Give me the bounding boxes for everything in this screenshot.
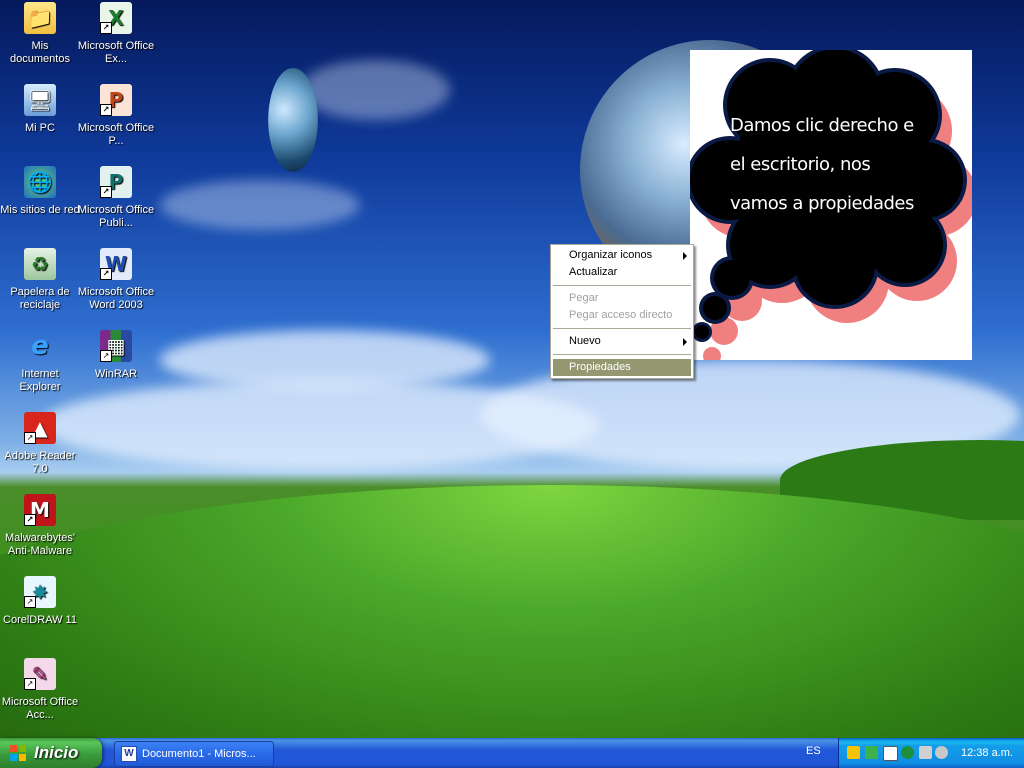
menu-separator	[553, 328, 691, 329]
shortcut-arrow-icon: ↗	[100, 104, 112, 116]
desktop-icon-label: Papelera de reciclaje	[10, 286, 70, 311]
office-excel-icon: X ↗	[100, 2, 132, 34]
office-word-icon: W ↗	[100, 248, 132, 280]
desktop-icon-label: Mi PC	[25, 122, 55, 134]
network-places-icon: 🌐	[24, 166, 56, 198]
desktop-icon-mi-pc[interactable]: 🖥 Mi PC	[0, 84, 80, 135]
folder-documents-icon: 📁	[24, 2, 56, 34]
office-powerpoint-icon: P ↗	[100, 84, 132, 116]
desktop-icon-label: Malwarebytes' Anti-Malware	[5, 532, 75, 557]
office-access-icon: ✎ ↗	[24, 658, 56, 690]
internet-explorer-icon: e	[31, 331, 49, 361]
wallpaper-cloud	[300, 60, 450, 120]
malwarebytes-icon: M ↗	[24, 494, 56, 526]
desktop-icon-office-access[interactable]: ✎ ↗ Microsoft Office Acc...	[0, 658, 80, 722]
menu-item-label: Pegar	[569, 292, 599, 304]
menu-item-label: Organizar iconos	[569, 249, 653, 261]
taskbar-button-documento1[interactable]: W Documento1 - Micros...	[114, 741, 274, 767]
shortcut-arrow-icon: ↗	[100, 268, 112, 280]
office-publisher-icon: P ↗	[100, 166, 132, 198]
desktop-icon-coreldraw[interactable]: ✸ ↗ CorelDRAW 11	[0, 576, 80, 627]
menu-item-label: Actualizar	[569, 266, 618, 278]
menu-item-label: Pegar acceso directo	[569, 309, 673, 321]
start-label: Inicio	[34, 743, 79, 762]
menu-item-label: Propiedades	[569, 361, 631, 373]
tray-safely-remove-icon[interactable]	[919, 746, 932, 759]
desktop-icon-label: Microsoft Office P...	[77, 122, 155, 147]
winrar-icon: ▦ ↗	[100, 330, 132, 362]
shortcut-arrow-icon: ↗	[100, 350, 112, 362]
shortcut-arrow-icon: ↗	[24, 596, 36, 608]
desktop-context-menu: Organizar iconos Actualizar Pegar Pegar …	[550, 244, 694, 379]
desktop-icon-label: Microsoft Office Publi...	[77, 204, 155, 229]
tray-antivirus-icon[interactable]	[901, 746, 914, 759]
menu-separator	[553, 354, 691, 355]
menu-item-organizar-iconos[interactable]: Organizar iconos	[551, 247, 693, 264]
my-computer-icon: 🖥	[24, 84, 56, 116]
language-indicator[interactable]: ES	[806, 745, 821, 757]
desktop-icon-office-excel[interactable]: X ↗ Microsoft Office Ex...	[76, 2, 156, 66]
submenu-arrow-icon	[683, 252, 687, 260]
desktop-icon-label: WinRAR	[94, 368, 138, 380]
windows-flag-icon	[10, 745, 26, 761]
annotation-line: vamos a propiedades	[730, 193, 914, 214]
annotation-line: el escritorio, nos	[730, 154, 871, 175]
desktop-icon-papelera[interactable]: ♻ Papelera de reciclaje	[0, 248, 80, 312]
desktop-icon-label: Microsoft Office Ex...	[77, 40, 155, 65]
desktop-icon-office-publisher[interactable]: P ↗ Microsoft Office Publi...	[76, 166, 156, 230]
taskbar-button-label: Documento1 - Micros...	[142, 748, 256, 760]
desktop[interactable]: 📁 Mis documentos 🖥 Mi PC 🌐 Mis sitios de…	[0, 0, 1024, 738]
adobe-reader-icon: ▲ ↗	[24, 412, 56, 444]
word-doc-icon: W	[121, 746, 137, 762]
start-button[interactable]: Inicio	[0, 738, 102, 768]
wallpaper-grass-hill	[0, 485, 1024, 738]
annotation-thought-bubble: Damos clic derecho e el escritorio, nos …	[686, 45, 977, 365]
desktop-icon-mis-sitios-de-red[interactable]: 🌐 Mis sitios de red	[0, 166, 80, 217]
desktop-icon-label: Mis documentos	[10, 40, 70, 65]
desktop-icon-mis-documentos[interactable]: 📁 Mis documentos	[0, 2, 80, 66]
desktop-icon-label: Mis sitios de red	[0, 204, 80, 216]
annotation-text: Damos clic derecho e el escritorio, nos …	[730, 106, 920, 223]
desktop-icon-internet-explorer[interactable]: e Internet Explorer	[0, 330, 80, 394]
tray-volume-icon[interactable]	[883, 746, 898, 761]
desktop-icon-label: Microsoft Office Acc...	[1, 696, 79, 721]
desktop-icon-office-powerpoint[interactable]: P ↗ Microsoft Office P...	[76, 84, 156, 148]
desktop-icon-label: Adobe Reader 7.0	[4, 450, 76, 475]
shortcut-arrow-icon: ↗	[24, 678, 36, 690]
shortcut-arrow-icon: ↗	[100, 186, 112, 198]
desktop-icon-adobe-reader[interactable]: ▲ ↗ Adobe Reader 7.0	[0, 412, 80, 476]
submenu-arrow-icon	[683, 338, 687, 346]
menu-item-propiedades[interactable]: Propiedades	[553, 359, 691, 376]
shortcut-arrow-icon: ↗	[24, 432, 36, 444]
shortcut-arrow-icon: ↗	[100, 22, 112, 34]
desktop-icon-label: CorelDRAW 11	[3, 614, 77, 626]
tray-app-icon[interactable]	[847, 746, 860, 759]
annotation-line: Damos clic derecho e	[730, 115, 914, 136]
desktop-icon-label: Microsoft Office Word 2003	[77, 286, 155, 311]
menu-item-actualizar[interactable]: Actualizar	[551, 264, 693, 281]
wallpaper-cloud	[160, 180, 360, 230]
recycle-bin-icon: ♻	[24, 248, 56, 280]
menu-item-pegar: Pegar	[551, 290, 693, 307]
menu-separator	[553, 285, 691, 286]
desktop-icon-malwarebytes[interactable]: M ↗ Malwarebytes' Anti-Malware	[0, 494, 80, 558]
tray-messenger-icon[interactable]	[935, 746, 948, 759]
coreldraw-icon: ✸ ↗	[24, 576, 56, 608]
taskbar: Inicio W Documento1 - Micros... ES 12:38…	[0, 738, 1024, 768]
menu-item-nuevo[interactable]: Nuevo	[551, 333, 693, 350]
shortcut-arrow-icon: ↗	[24, 514, 36, 526]
tray-network-icon[interactable]	[865, 746, 878, 759]
taskbar-clock[interactable]: 12:38 a.m.	[961, 738, 1013, 768]
desktop-icon-winrar[interactable]: ▦ ↗ WinRAR	[76, 330, 156, 381]
menu-item-label: Nuevo	[569, 335, 601, 347]
desktop-icon-label: Internet Explorer	[19, 368, 61, 393]
desktop-icon-office-word[interactable]: W ↗ Microsoft Office Word 2003	[76, 248, 156, 312]
menu-item-pegar-acceso-directo: Pegar acceso directo	[551, 307, 693, 324]
system-tray: 12:38 a.m.	[838, 738, 1024, 768]
